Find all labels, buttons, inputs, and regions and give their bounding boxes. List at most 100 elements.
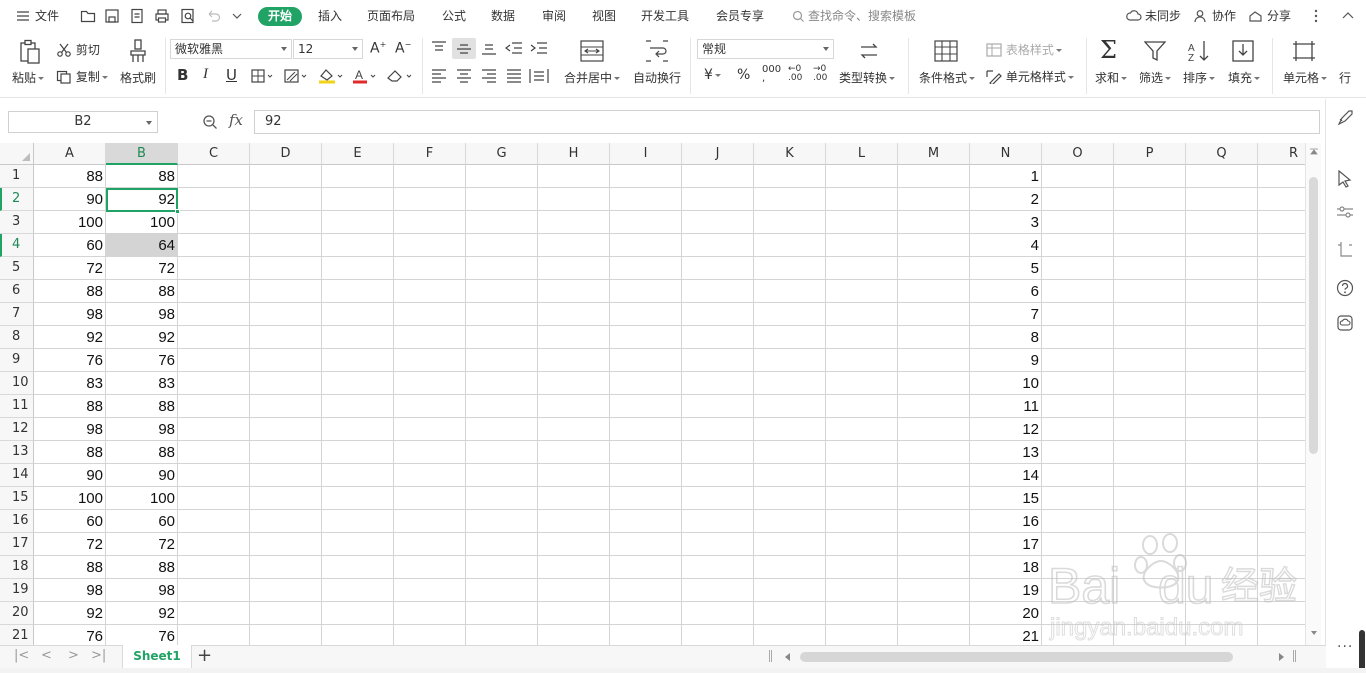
cell-l9[interactable]: [826, 349, 898, 372]
cell-q13[interactable]: [1186, 441, 1258, 464]
cell-d12[interactable]: [250, 418, 322, 441]
cell-e8[interactable]: [322, 326, 394, 349]
column-header-c[interactable]: C: [178, 143, 250, 165]
cell-r8[interactable]: [1258, 326, 1305, 349]
cell-f8[interactable]: [394, 326, 466, 349]
cell-f1[interactable]: [394, 165, 466, 188]
cell-n21[interactable]: 21: [970, 625, 1042, 645]
cell-k5[interactable]: [754, 257, 826, 280]
fill-handle[interactable]: [175, 209, 180, 214]
cell-e14[interactable]: [322, 464, 394, 487]
cell-e11[interactable]: [322, 395, 394, 418]
cell-l20[interactable]: [826, 602, 898, 625]
fill-button[interactable]: 填充: [1228, 69, 1261, 86]
row-header[interactable]: 18: [0, 556, 34, 579]
cell-r11[interactable]: [1258, 395, 1305, 418]
column-header-r[interactable]: R: [1258, 143, 1305, 165]
cell-q9[interactable]: [1186, 349, 1258, 372]
cell-n6[interactable]: 6: [970, 280, 1042, 303]
cell-c14[interactable]: [178, 464, 250, 487]
cell-a8[interactable]: 92: [34, 326, 106, 349]
cell-g7[interactable]: [466, 303, 538, 326]
cell-n4[interactable]: 4: [970, 234, 1042, 257]
cell-q14[interactable]: [1186, 464, 1258, 487]
cell-b19[interactable]: 98: [106, 579, 178, 602]
cell-m6[interactable]: [898, 280, 970, 303]
tab-split-handle[interactable]: [769, 650, 772, 662]
cell-d14[interactable]: [250, 464, 322, 487]
cell-e19[interactable]: [322, 579, 394, 602]
cell-j16[interactable]: [682, 510, 754, 533]
row-header[interactable]: 12: [0, 418, 34, 441]
cell-c11[interactable]: [178, 395, 250, 418]
align-bottom-icon[interactable]: [481, 41, 497, 55]
tab-review[interactable]: 审阅: [542, 0, 566, 32]
cell-c15[interactable]: [178, 487, 250, 510]
cell-j9[interactable]: [682, 349, 754, 372]
cell-b20[interactable]: 92: [106, 602, 178, 625]
cell-e16[interactable]: [322, 510, 394, 533]
tab-page-layout[interactable]: 页面布局: [367, 0, 415, 32]
cell-g1[interactable]: [466, 165, 538, 188]
underline-icon[interactable]: U: [226, 66, 237, 84]
cell-c10[interactable]: [178, 372, 250, 395]
first-sheet-icon[interactable]: |<: [14, 648, 29, 663]
cell-h3[interactable]: [538, 211, 610, 234]
cell-i13[interactable]: [610, 441, 682, 464]
cell-p12[interactable]: [1114, 418, 1186, 441]
cell-c3[interactable]: [178, 211, 250, 234]
cell-j19[interactable]: [682, 579, 754, 602]
cell-h15[interactable]: [538, 487, 610, 510]
scroll-down-icon[interactable]: [1309, 629, 1319, 637]
row-header[interactable]: 7: [0, 303, 34, 326]
export-pdf-icon[interactable]: [129, 8, 145, 24]
eraser-icon[interactable]: [386, 68, 414, 84]
cell-d1[interactable]: [250, 165, 322, 188]
cell-k12[interactable]: [754, 418, 826, 441]
cell-n7[interactable]: 7: [970, 303, 1042, 326]
cell-g9[interactable]: [466, 349, 538, 372]
wrap-text-icon[interactable]: [645, 40, 669, 62]
cell-e13[interactable]: [322, 441, 394, 464]
column-header-l[interactable]: L: [826, 143, 898, 165]
cell-k1[interactable]: [754, 165, 826, 188]
cell-l14[interactable]: [826, 464, 898, 487]
cell-e4[interactable]: [322, 234, 394, 257]
cell-f3[interactable]: [394, 211, 466, 234]
tab-member[interactable]: 会员专享: [716, 0, 764, 32]
cell-m15[interactable]: [898, 487, 970, 510]
cell-f10[interactable]: [394, 372, 466, 395]
add-sheet-icon[interactable]: +: [197, 645, 212, 666]
cell-d6[interactable]: [250, 280, 322, 303]
tab-formulas[interactable]: 公式: [442, 0, 466, 32]
cell-i10[interactable]: [610, 372, 682, 395]
sum-icon[interactable]: Σ: [1100, 36, 1117, 64]
cell-g18[interactable]: [466, 556, 538, 579]
more-options-icon[interactable]: ···: [1337, 639, 1353, 655]
cell-l12[interactable]: [826, 418, 898, 441]
panel-scroll-handle[interactable]: [1359, 630, 1365, 672]
cell-h13[interactable]: [538, 441, 610, 464]
row-header[interactable]: 16: [0, 510, 34, 533]
cell-g3[interactable]: [466, 211, 538, 234]
cell-m2[interactable]: [898, 188, 970, 211]
cell-b13[interactable]: 88: [106, 441, 178, 464]
cell-r9[interactable]: [1258, 349, 1305, 372]
cell-a6[interactable]: 88: [34, 280, 106, 303]
row-header[interactable]: 3: [0, 211, 34, 234]
cell-h5[interactable]: [538, 257, 610, 280]
cell-e1[interactable]: [322, 165, 394, 188]
cell-n5[interactable]: 5: [970, 257, 1042, 280]
cell-h14[interactable]: [538, 464, 610, 487]
cell-a15[interactable]: 100: [34, 487, 106, 510]
cell-e21[interactable]: [322, 625, 394, 645]
cell-g17[interactable]: [466, 533, 538, 556]
cell-r13[interactable]: [1258, 441, 1305, 464]
cell-e20[interactable]: [322, 602, 394, 625]
cell-m9[interactable]: [898, 349, 970, 372]
cell-c12[interactable]: [178, 418, 250, 441]
cell-o8[interactable]: [1042, 326, 1114, 349]
cell-g8[interactable]: [466, 326, 538, 349]
cell-o1[interactable]: [1042, 165, 1114, 188]
cell-a13[interactable]: 88: [34, 441, 106, 464]
